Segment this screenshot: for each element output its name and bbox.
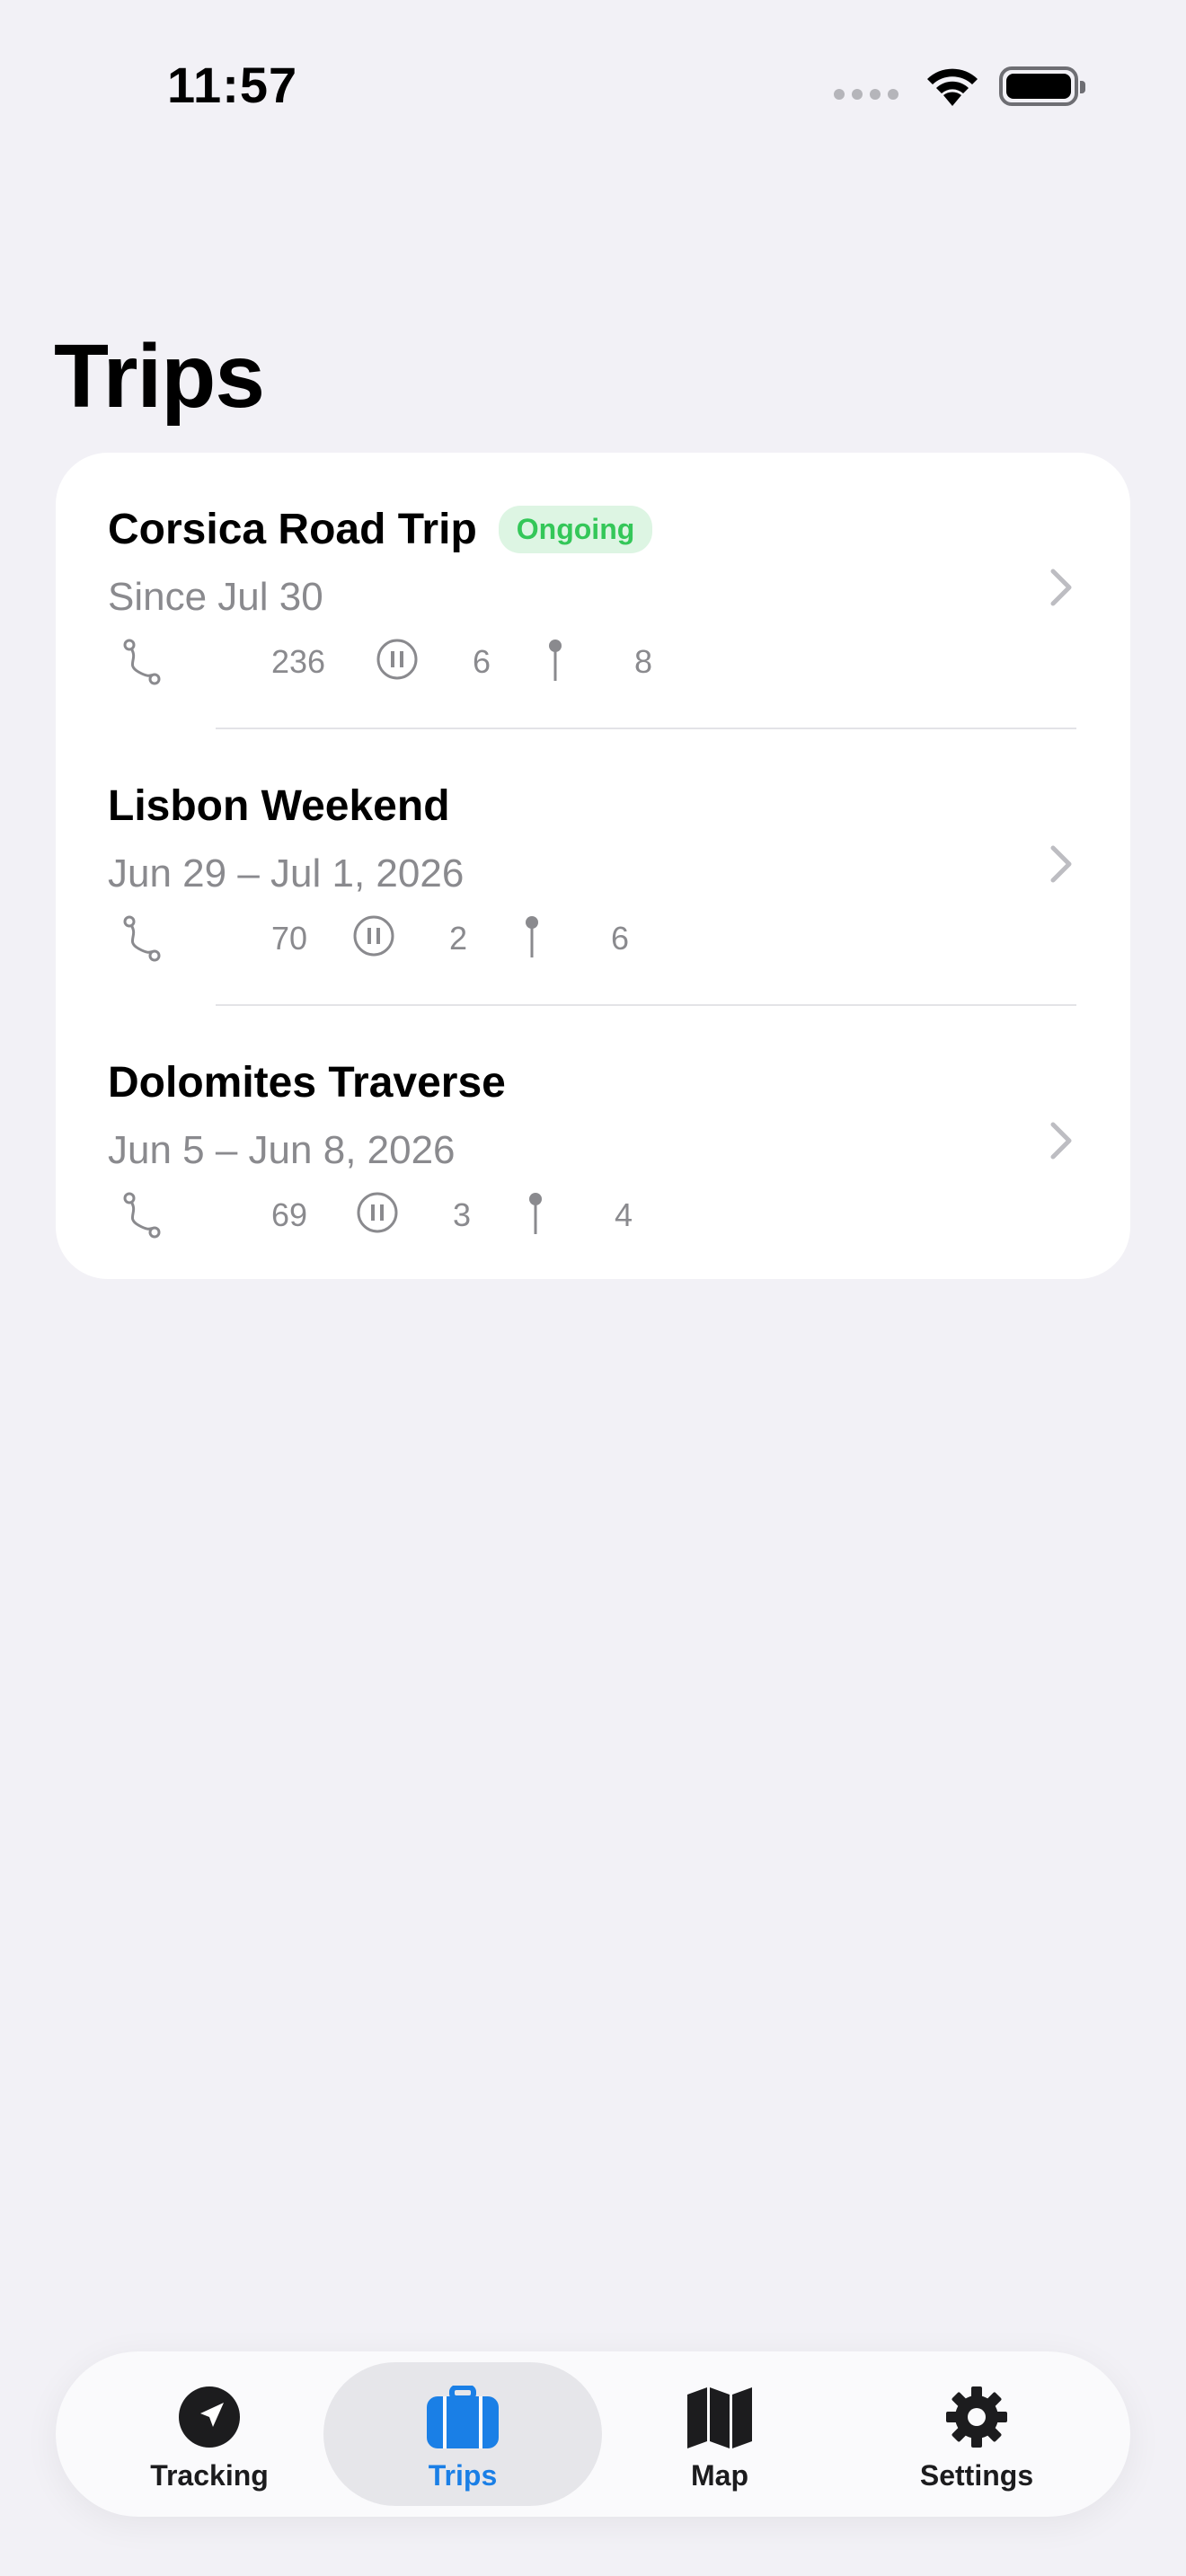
route-points-count: 70 [271, 920, 308, 957]
route-icon [123, 639, 161, 685]
trip-row[interactable]: Dolomites Traverse Jun 5 – Jun 8, 2026 6… [56, 1006, 1130, 1279]
status-bar: 11:57 [0, 0, 1186, 171]
chevron-right-icon [1050, 1122, 1072, 1160]
map-icon [687, 2387, 752, 2448]
trip-name: Corsica Road Trip [108, 506, 477, 553]
battery-icon [999, 66, 1085, 106]
suitcase-icon [427, 2386, 499, 2448]
tab-trips[interactable]: Trips [323, 2362, 602, 2506]
trip-row[interactable]: Lisbon Weekend Jun 29 – Jul 1, 2026 70 2… [56, 729, 1130, 1006]
pins-count: 4 [615, 1196, 633, 1233]
pause-icon [357, 1192, 398, 1233]
tab-bar: Tracking Trips Map Settings [56, 2351, 1130, 2517]
trip-row[interactable]: Corsica Road Trip Ongoing Since Jul 30 2… [56, 453, 1130, 729]
trip-list: Corsica Road Trip Ongoing Since Jul 30 2… [56, 453, 1130, 1279]
tab-label: Trips [428, 2459, 498, 2492]
cellular-signal-icon [834, 89, 898, 100]
route-points-count: 69 [271, 1196, 308, 1233]
trip-name: Dolomites Traverse [108, 1059, 506, 1107]
status-indicators [834, 65, 1085, 108]
pins-count: 8 [634, 643, 653, 680]
location-arrow-icon [179, 2386, 240, 2448]
pin-icon [549, 640, 562, 681]
pause-icon [376, 639, 418, 680]
trip-name: Lisbon Weekend [108, 782, 450, 830]
status-time: 11:57 [167, 57, 298, 113]
pin-icon [529, 1193, 542, 1234]
route-points-count: 236 [271, 643, 326, 680]
page-title: Trips [54, 326, 265, 427]
trip-dates: Jun 5 – Jun 8, 2026 [108, 1128, 456, 1172]
trip-dates: Jun 29 – Jul 1, 2026 [108, 851, 465, 895]
tab-label: Tracking [150, 2459, 269, 2492]
trip-dates: Since Jul 30 [108, 575, 323, 619]
pauses-count: 3 [453, 1196, 472, 1233]
tab-map[interactable]: Map [580, 2362, 859, 2506]
pins-count: 6 [611, 920, 630, 957]
pause-icon [353, 915, 394, 957]
chevron-right-icon [1050, 845, 1072, 883]
tab-settings[interactable]: Settings [837, 2362, 1116, 2506]
ongoing-badge: Ongoing [498, 506, 653, 553]
pauses-count: 6 [473, 643, 491, 680]
tab-label: Settings [919, 2459, 1034, 2492]
route-icon [123, 1192, 161, 1239]
pauses-count: 2 [449, 920, 468, 957]
tab-label: Map [691, 2459, 748, 2492]
pin-icon [526, 916, 538, 957]
gear-icon [946, 2386, 1007, 2448]
tab-tracking[interactable]: Tracking [70, 2362, 349, 2506]
chevron-right-icon [1050, 569, 1072, 606]
wifi-icon [927, 68, 978, 106]
route-icon [123, 915, 161, 962]
